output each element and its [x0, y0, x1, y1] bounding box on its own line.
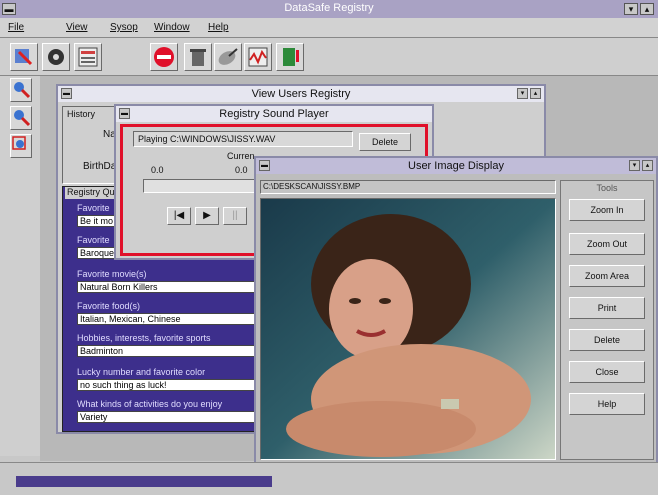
menu-window[interactable]: Window	[154, 22, 190, 33]
exit-door-icon[interactable]	[276, 43, 304, 71]
portrait-image	[261, 199, 555, 459]
zoom-out-icon[interactable]	[10, 106, 32, 130]
progress-bar	[16, 476, 272, 487]
sound-player-title: Registry Sound Player	[116, 106, 432, 122]
minimize-icon[interactable]: ▾	[624, 3, 638, 15]
registry-list-icon[interactable]	[74, 43, 102, 71]
zoom-out-button[interactable]: Zoom Out	[569, 233, 645, 255]
delete-sound-button[interactable]: Delete	[359, 133, 411, 151]
rewind-button[interactable]: |◀	[167, 207, 191, 225]
current-label: Curren	[227, 151, 255, 161]
window-menu-icon[interactable]: ▬	[119, 108, 130, 119]
sound-wave-icon[interactable]	[244, 43, 272, 71]
birthdate-label: BirthDa	[83, 161, 117, 172]
menu-file[interactable]: File	[8, 22, 24, 33]
maximize-icon[interactable]: ▴	[530, 88, 541, 99]
toolbar	[0, 38, 658, 76]
system-menu-icon[interactable]: ▬	[2, 3, 16, 15]
tools-title: Tools	[596, 183, 618, 193]
users-registry-tool-icon[interactable]	[10, 43, 38, 71]
image-display-window: User Image Display ▬ ▾ ▴ C:\DESKSCAN\JIS…	[254, 156, 658, 466]
stop-icon[interactable]	[150, 43, 178, 71]
pause-button[interactable]: ||	[223, 207, 247, 225]
minimize-icon[interactable]: ▾	[517, 88, 528, 99]
left-toolbar	[0, 76, 40, 456]
question-label: Favorite food(s)	[77, 301, 141, 311]
question-label: What kinds of activities do you enjoy	[77, 399, 223, 409]
window-menu-icon[interactable]: ▬	[61, 88, 72, 99]
menu-bar: File View Sysop Window Help	[0, 18, 658, 38]
question-label: Lucky number and favorite color	[77, 367, 206, 377]
menu-view[interactable]: View	[66, 22, 88, 33]
delete-image-button[interactable]: Delete	[569, 329, 645, 351]
time-start: 0.0	[151, 165, 164, 175]
history-label: History	[67, 109, 96, 119]
answer-field[interactable]: Variety	[77, 411, 257, 423]
answer-field[interactable]: no such thing as luck!	[77, 379, 257, 391]
time-current: 0.0	[235, 165, 248, 175]
zoom-in-icon[interactable]	[10, 78, 32, 102]
help-button[interactable]: Help	[569, 393, 645, 415]
user-photo	[260, 198, 556, 460]
satellite-dish-icon[interactable]	[214, 43, 242, 71]
users-registry-title: View Users Registry	[58, 86, 544, 102]
menu-sysop[interactable]: Sysop	[110, 22, 138, 33]
question-label: Favorite	[77, 235, 110, 245]
play-button[interactable]: ▶	[195, 207, 219, 225]
maximize-icon[interactable]: ▴	[642, 160, 653, 171]
app-title-bar: DataSafe Registry ▬ ▾ ▴	[0, 0, 658, 18]
question-label: Favorite movie(s)	[77, 269, 147, 279]
question-label: Favorite	[77, 203, 110, 213]
question-label: Hobbies, interests, favorite sports	[77, 333, 211, 343]
answer-field[interactable]: Natural Born Killers	[77, 281, 257, 293]
app-title: DataSafe Registry	[284, 2, 374, 14]
window-menu-icon[interactable]: ▬	[259, 160, 270, 171]
zoom-area-button[interactable]: Zoom Area	[569, 265, 645, 287]
print-button[interactable]: Print	[569, 297, 645, 319]
tools-panel: Tools Zoom In Zoom Out Zoom Area Print D…	[560, 180, 654, 460]
minimize-icon[interactable]: ▾	[629, 160, 640, 171]
answer-field[interactable]: Italian, Mexican, Chinese	[77, 313, 257, 325]
menu-help[interactable]: Help	[208, 22, 229, 33]
maximize-icon[interactable]: ▴	[640, 3, 654, 15]
trash-icon[interactable]	[184, 43, 212, 71]
zoom-in-button[interactable]: Zoom In	[569, 199, 645, 221]
image-display-title: User Image Display	[256, 158, 656, 174]
answer-field[interactable]: Badminton	[77, 345, 257, 357]
playing-status: Playing C:\WINDOWS\JISSY.WAV	[133, 131, 353, 147]
zoom-area-icon[interactable]	[10, 134, 32, 158]
view-eye-icon[interactable]	[42, 43, 70, 71]
image-path: C:\DESKSCAN\JISSY.BMP	[260, 180, 556, 194]
close-button[interactable]: Close	[569, 361, 645, 383]
